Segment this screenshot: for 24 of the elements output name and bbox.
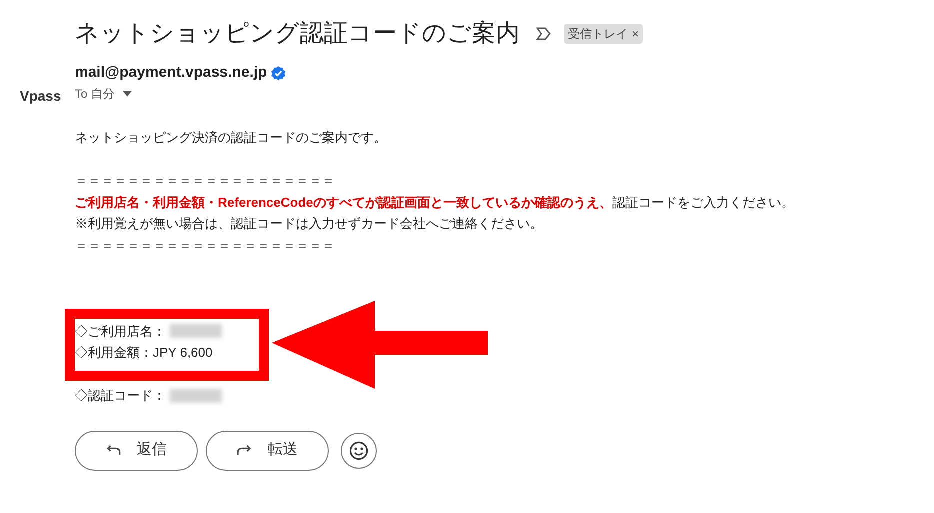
reply-arrow-icon — [106, 445, 121, 456]
notice-text: ご利用店名・利用金額・ReferenceCodeのすべてが認証画面と一致しているか確認のうえ、認証コードをご入力ください。 — [75, 194, 796, 212]
separator-line: ＝＝＝＝＝＝＝＝＝＝＝＝＝＝＝＝＝＝＝＝ — [75, 236, 336, 254]
dropdown-caret-icon[interactable] — [123, 90, 132, 96]
detail-text: ◇利用金額：JPY 6,600 — [75, 344, 213, 362]
sender-email: mail@payment.vpass.ne.jp — [75, 63, 268, 83]
detail-label: ◇認証コード： — [75, 387, 166, 405]
recipient-text: To 自分 — [75, 86, 116, 102]
forward-button[interactable]: 転送 — [206, 430, 329, 470]
emoji-reaction-button[interactable] — [341, 432, 377, 468]
label-remove-button[interactable]: × — [632, 25, 640, 43]
detail-label: ◇ご利用店名： — [75, 322, 166, 340]
smiley-icon — [349, 440, 369, 460]
blurred-value — [170, 388, 222, 403]
note-text: ※利用覚えが無い場合は、認証コードは入力せずカード会社へご連絡ください。 — [75, 215, 544, 233]
importance-marker-icon[interactable] — [536, 27, 552, 41]
sender-avatar: Vpass — [20, 87, 62, 106]
label-text: 受信トレイ — [568, 26, 628, 43]
email-subject: ネットショッピング認証コードのご案内 — [75, 19, 520, 49]
reply-button[interactable]: 返信 — [75, 430, 198, 470]
separator-line: ＝＝＝＝＝＝＝＝＝＝＝＝＝＝＝＝＝＝＝＝ — [75, 172, 336, 190]
body-text: ネットショッピング決済の認証コードのご案内です。 — [75, 129, 388, 147]
blurred-value — [170, 324, 222, 338]
forward-arrow-icon — [237, 445, 252, 456]
